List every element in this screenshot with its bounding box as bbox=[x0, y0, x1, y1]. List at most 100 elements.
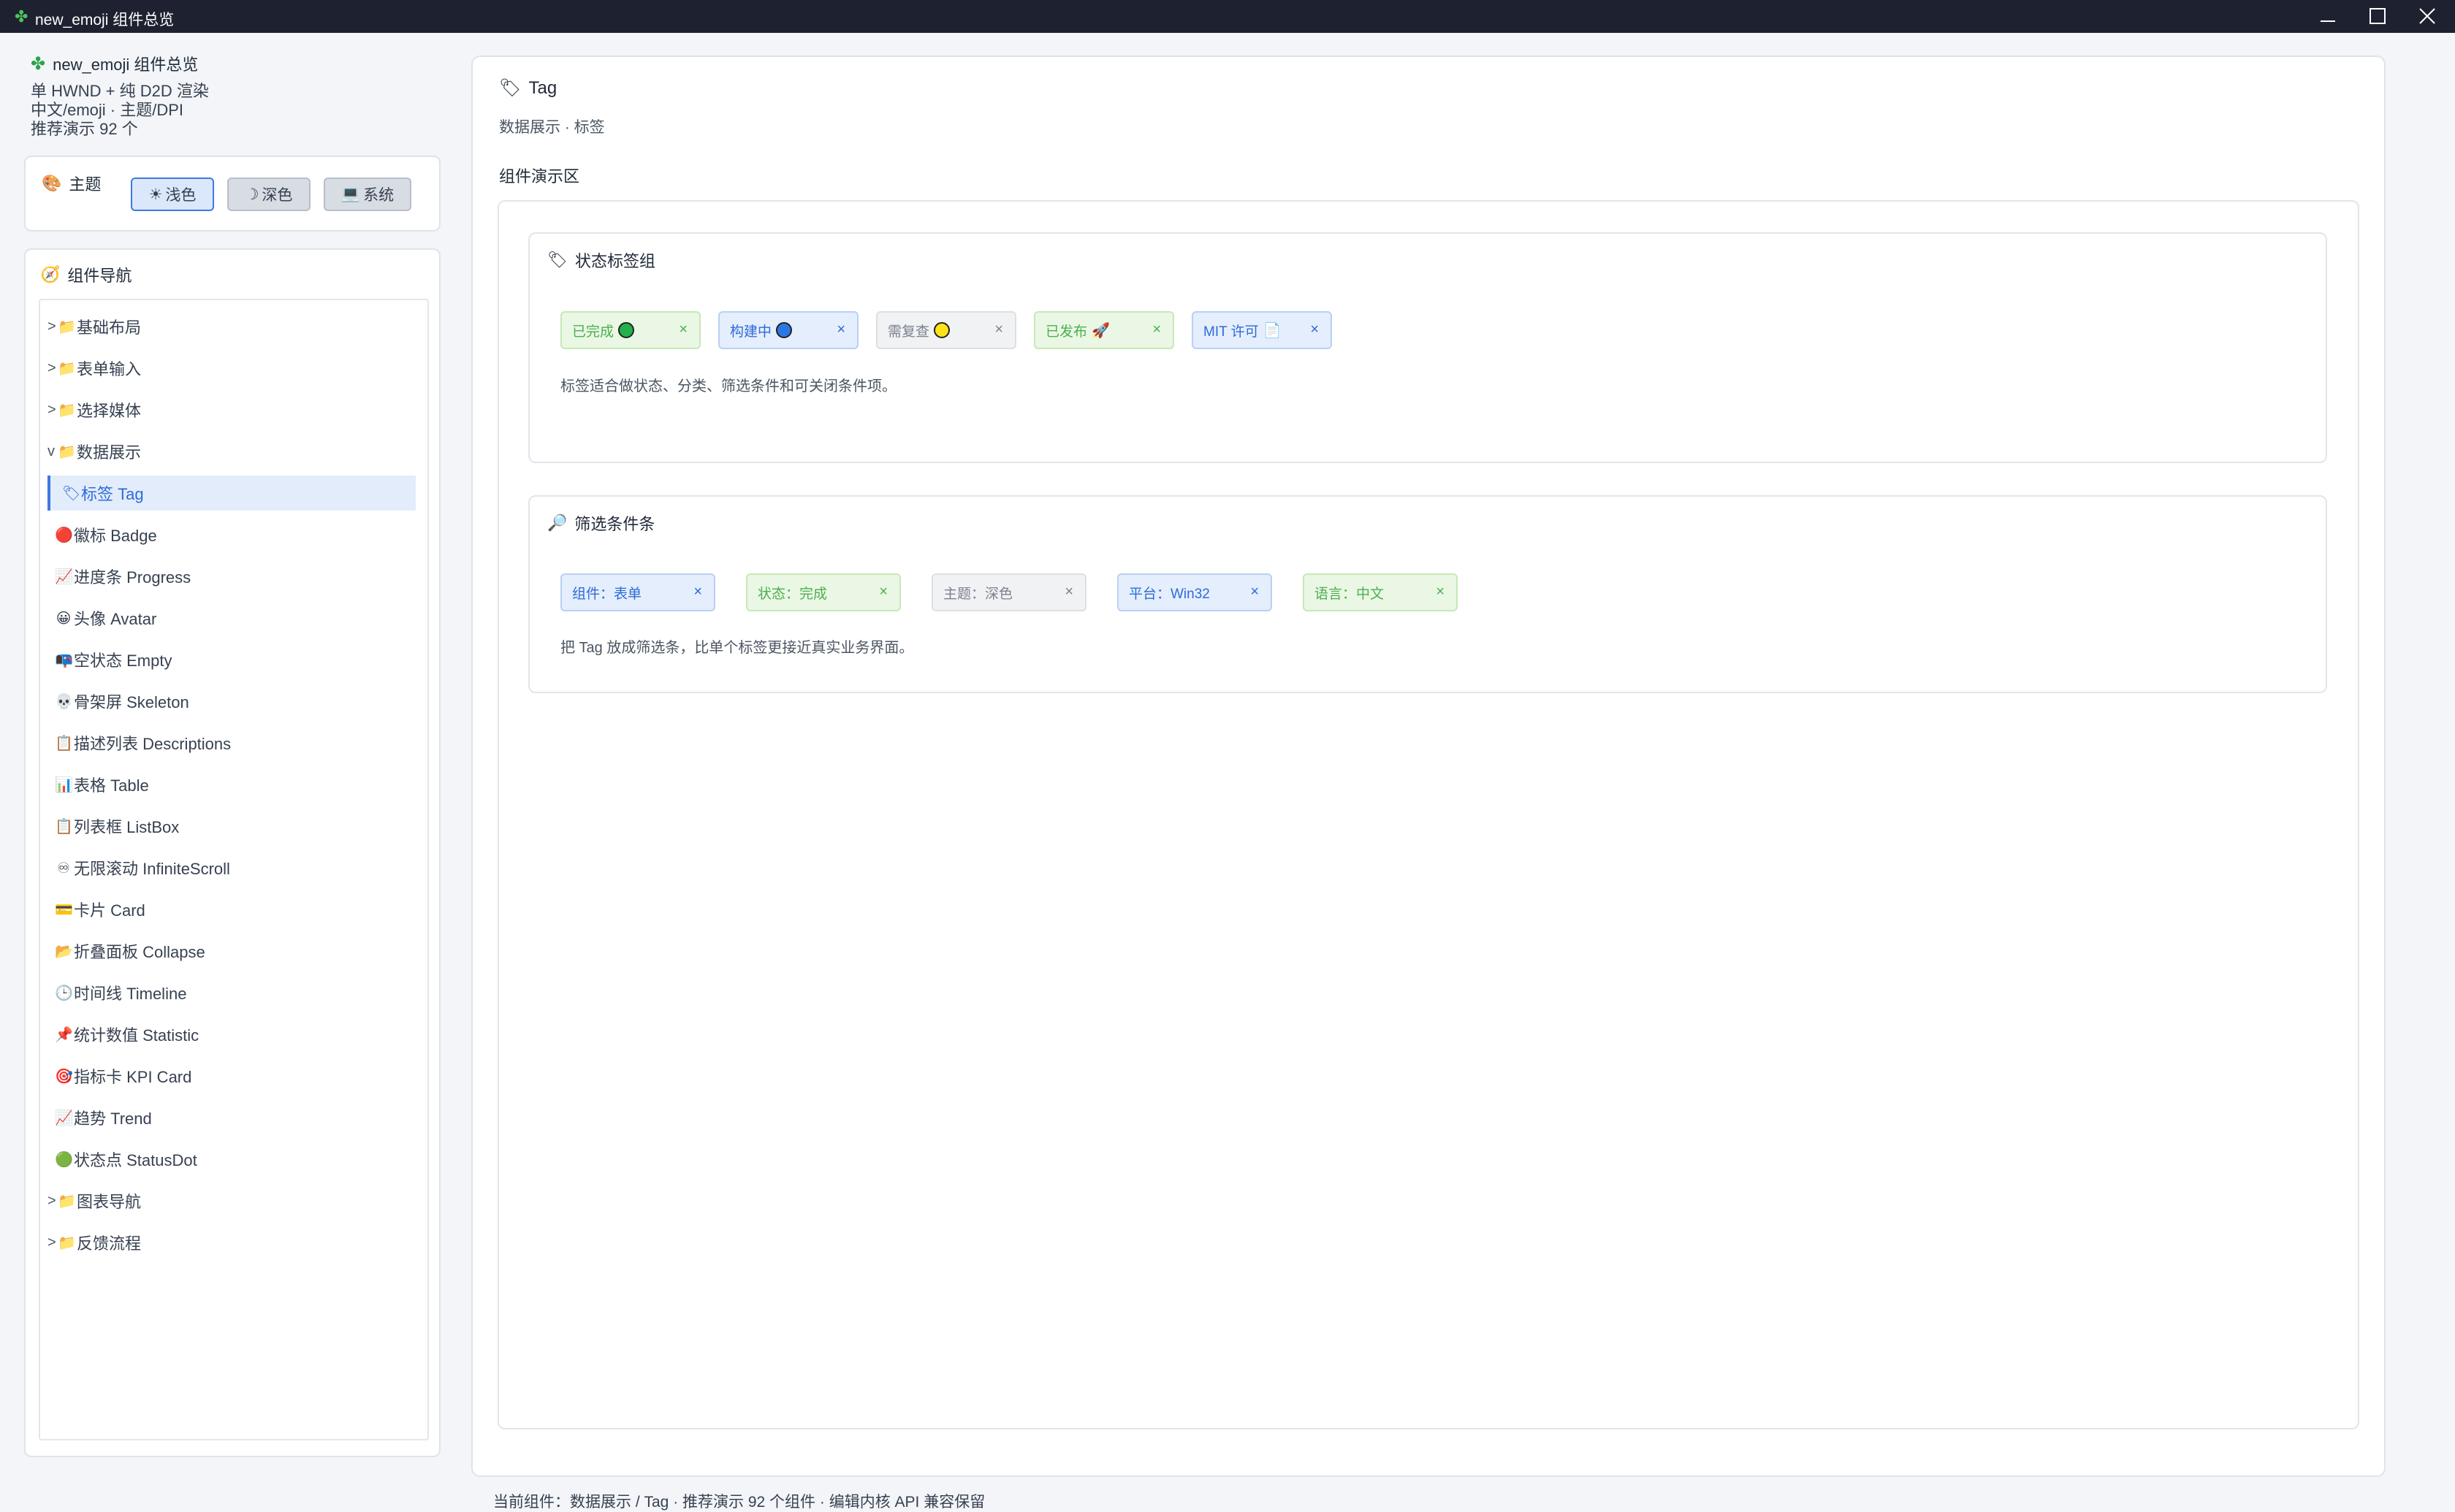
nav-item-label: 头像 Avatar bbox=[74, 610, 157, 628]
compass-icon: 🧭 bbox=[40, 265, 61, 283]
tag-close-icon[interactable]: × bbox=[879, 584, 888, 600]
nav-item-icon: 📂 bbox=[55, 943, 73, 960]
nav-item-icon: 📋 bbox=[55, 735, 73, 752]
nav-item[interactable]: 💀 骨架屏 Skeleton bbox=[47, 684, 416, 719]
tag-close-icon[interactable]: × bbox=[1250, 584, 1259, 600]
tag[interactable]: MIT 许可 📄 × bbox=[1192, 311, 1332, 349]
nav-item[interactable]: 📭 空状态 Empty bbox=[47, 642, 416, 677]
tag[interactable]: 主题：深色 × bbox=[932, 573, 1086, 611]
nav-item[interactable]: ♾ 无限滚动 InfiniteScroll bbox=[47, 850, 416, 885]
nav-item[interactable]: 📈 进度条 Progress bbox=[47, 559, 416, 594]
nav-item[interactable]: 📊 表格 Table bbox=[47, 767, 416, 802]
minimize-button[interactable] bbox=[2303, 0, 2353, 33]
nav-group-label: 表单输入 bbox=[77, 360, 142, 378]
nav-group[interactable]: v 📁 数据展示 bbox=[47, 434, 416, 469]
folder-icon: 📁 bbox=[58, 1193, 76, 1210]
magnifier-icon: 🔎 bbox=[547, 513, 568, 532]
sidebar-header: ✤ new_emoji 组件总览 单 HWND + 纯 D2D 渲染 中文/em… bbox=[31, 53, 209, 139]
tag[interactable]: 语言：中文 × bbox=[1303, 573, 1458, 611]
nav-group[interactable]: > 📁 基础布局 bbox=[47, 309, 416, 344]
tag-label: 已完成 bbox=[572, 324, 614, 340]
info-line: 单 HWND + 纯 D2D 渲染 bbox=[31, 82, 209, 100]
folder-icon: 📁 bbox=[58, 318, 76, 335]
theme-label: 🎨 主题 bbox=[42, 174, 102, 194]
nav-item[interactable]: 🔴 徽标 Badge bbox=[47, 517, 416, 552]
nav-item[interactable]: 🟢 状态点 StatusDot bbox=[47, 1142, 416, 1177]
tag-label: 主题：深色 bbox=[943, 586, 1013, 602]
tag-close-icon[interactable]: × bbox=[837, 321, 845, 338]
laptop-icon: 💻 bbox=[340, 186, 361, 202]
tag-close-icon[interactable]: × bbox=[679, 321, 688, 338]
nav-item-icon: 🟢 bbox=[55, 1151, 73, 1168]
info-line: 中文/emoji · 主题/DPI bbox=[31, 101, 184, 119]
nav-item[interactable]: 🎯 指标卡 KPI Card bbox=[47, 1058, 416, 1093]
nav-item[interactable]: 😀 头像 Avatar bbox=[47, 600, 416, 635]
tag-close-icon[interactable]: × bbox=[1065, 584, 1073, 600]
nav-group-label: 图表导航 bbox=[77, 1193, 142, 1211]
nav-item[interactable]: 📌 统计数值 Statistic bbox=[47, 1017, 416, 1052]
theme-system-button[interactable]: 💻 系统 bbox=[324, 177, 411, 211]
tag[interactable]: 构建中 × bbox=[718, 311, 859, 349]
folder-icon: 📁 bbox=[58, 1234, 76, 1251]
nav-item-label: 进度条 Progress bbox=[74, 568, 191, 587]
theme-light-button[interactable]: ☀ 浅色 bbox=[131, 177, 214, 211]
tag[interactable]: 需复查 × bbox=[876, 311, 1016, 349]
nav-item[interactable]: 💳 卡片 Card bbox=[47, 892, 416, 927]
nav-item-icon: 📈 bbox=[55, 568, 73, 585]
filter-bar-section: 🔎 筛选条件条 把 Tag 放成筛选条，比单个标签更接近真实业务界面。 组件：表… bbox=[528, 495, 2327, 693]
yellow-circle-icon bbox=[934, 322, 951, 338]
nav-group[interactable]: > 📁 图表导航 bbox=[47, 1183, 416, 1218]
tag-close-icon[interactable]: × bbox=[1436, 584, 1445, 600]
expander-icon: > bbox=[47, 1192, 56, 1209]
tag[interactable]: 组件：表单 × bbox=[560, 573, 715, 611]
clover-icon: ✤ bbox=[31, 53, 46, 74]
tag[interactable]: 已发布 🚀 × bbox=[1034, 311, 1174, 349]
nav-item-icon: 🏷 bbox=[62, 485, 81, 502]
nav-item-label: 折叠面板 Collapse bbox=[74, 943, 205, 961]
tag-close-icon[interactable]: × bbox=[693, 584, 702, 600]
nav-item[interactable]: 🕒 时间线 Timeline bbox=[47, 975, 416, 1010]
folder-icon: 📁 bbox=[58, 402, 76, 419]
page-subtitle: 数据展示 · 标签 bbox=[499, 119, 605, 136]
tag[interactable]: 状态：完成 × bbox=[746, 573, 901, 611]
nav-group[interactable]: > 📁 选择媒体 bbox=[47, 392, 416, 427]
tag-close-icon[interactable]: × bbox=[994, 321, 1003, 338]
section-description: 标签适合做状态、分类、筛选条件和可关闭条件项。 bbox=[560, 378, 897, 394]
info-line: 推荐演示 92 个 bbox=[31, 120, 138, 138]
nav-group[interactable]: > 📁 表单输入 bbox=[47, 351, 416, 386]
palette-icon: 🎨 bbox=[42, 174, 62, 192]
tag[interactable]: 平台：Win32 × bbox=[1117, 573, 1272, 611]
tag-label: 状态：完成 bbox=[758, 586, 828, 602]
folder-icon: 📁 bbox=[58, 360, 76, 377]
maximize-button[interactable] bbox=[2353, 0, 2402, 33]
nav-tree[interactable]: > 📁 基础布局 > 📁 表单输入 > 📁 选择媒体 v 📁 数据展示 🏷 标签 Tag 🔴 徽标 Badge… bbox=[39, 299, 429, 1440]
nav-item-icon: 📊 bbox=[55, 776, 73, 793]
nav-item[interactable]: 📋 列表框 ListBox bbox=[47, 809, 416, 844]
nav-item[interactable]: 🏷 标签 Tag bbox=[47, 476, 416, 511]
theme-dark-button[interactable]: ☽ 深色 bbox=[227, 177, 311, 211]
nav-item-label: 指标卡 KPI Card bbox=[74, 1068, 192, 1086]
close-button[interactable] bbox=[2402, 0, 2452, 33]
nav-item-icon: 💀 bbox=[55, 693, 73, 710]
document-icon: 📄 bbox=[1263, 322, 1282, 339]
tag-label: 语言：中文 bbox=[1314, 586, 1385, 602]
section-title: 🏷 状态标签组 bbox=[547, 251, 655, 270]
nav-item-label: 时间线 Timeline bbox=[74, 985, 187, 1003]
nav-title: 🧭 组件导航 bbox=[40, 265, 132, 285]
tag-label: 需复查 bbox=[888, 324, 930, 340]
maximize-icon bbox=[2370, 8, 2386, 24]
nav-item[interactable]: 📂 折叠面板 Collapse bbox=[47, 933, 416, 969]
nav-item-icon: 📈 bbox=[55, 1110, 73, 1126]
expander-icon: > bbox=[47, 359, 56, 376]
tag-close-icon[interactable]: × bbox=[1152, 321, 1161, 338]
nav-item-label: 统计数值 Statistic bbox=[74, 1026, 199, 1045]
close-icon bbox=[2419, 8, 2435, 24]
nav-group[interactable]: > 📁 反馈流程 bbox=[47, 1225, 416, 1260]
nav-item[interactable]: 📈 趋势 Trend bbox=[47, 1100, 416, 1135]
nav-item[interactable]: 📋 描述列表 Descriptions bbox=[47, 725, 416, 760]
tag-close-icon[interactable]: × bbox=[1310, 321, 1319, 338]
nav-item-label: 列表框 ListBox bbox=[74, 818, 180, 836]
tag[interactable]: 已完成 × bbox=[560, 311, 701, 349]
nav-item-label: 描述列表 Descriptions bbox=[74, 735, 232, 753]
nav-item-label: 无限滚动 InfiniteScroll bbox=[74, 860, 230, 878]
